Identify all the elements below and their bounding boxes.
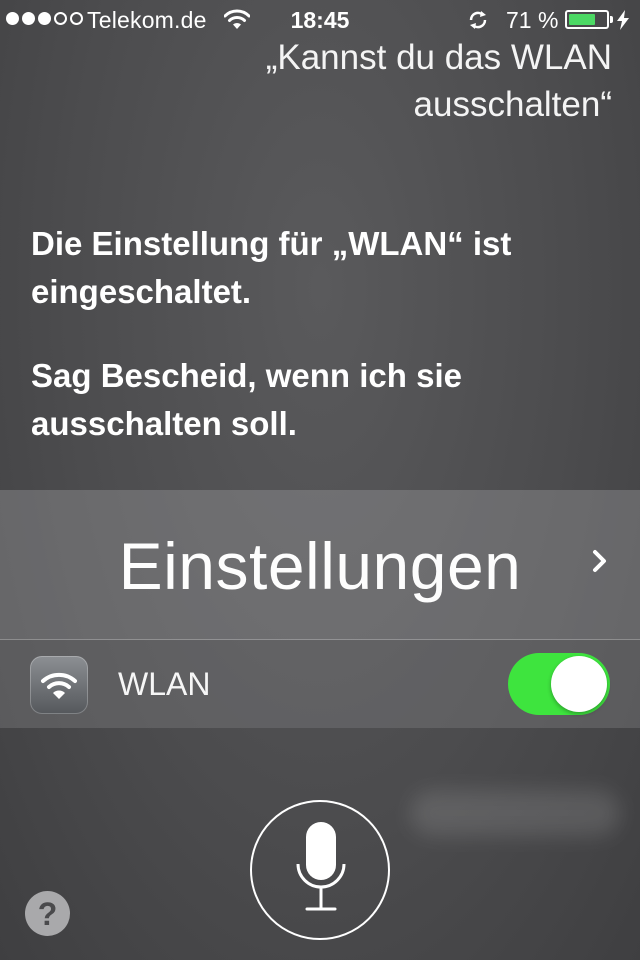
battery-level [569, 14, 595, 25]
siri-reply: Die Einstellung für „WLAN“ ist eingescha… [31, 220, 611, 484]
user-query-text: „Kannst du das WLAN ausschalten“ [265, 38, 612, 124]
listening-indicator [410, 790, 620, 836]
battery-icon [565, 10, 613, 29]
help-button[interactable]: ? [25, 891, 70, 936]
charging-icon [617, 10, 629, 30]
wlan-toggle[interactable] [508, 653, 610, 715]
chevron-right-icon [593, 550, 606, 572]
wlan-setting-row: WLAN [0, 640, 640, 728]
settings-card-header[interactable]: Einstellungen [0, 490, 640, 640]
battery-percent: 71 % [506, 7, 559, 33]
siri-reply-line-1: Die Einstellung für „WLAN“ ist eingescha… [31, 225, 512, 310]
wlan-toggle-knob [551, 656, 607, 712]
siri-reply-line-2: Sag Bescheid, wenn ich sie ausschalten s… [31, 357, 462, 442]
wlan-label: WLAN [118, 666, 211, 702]
microphone-button[interactable] [250, 800, 390, 940]
microphone-icon [296, 822, 346, 911]
settings-card-title: Einstellungen [118, 529, 522, 603]
sync-icon [469, 11, 487, 29]
wifi-app-icon [30, 656, 88, 714]
